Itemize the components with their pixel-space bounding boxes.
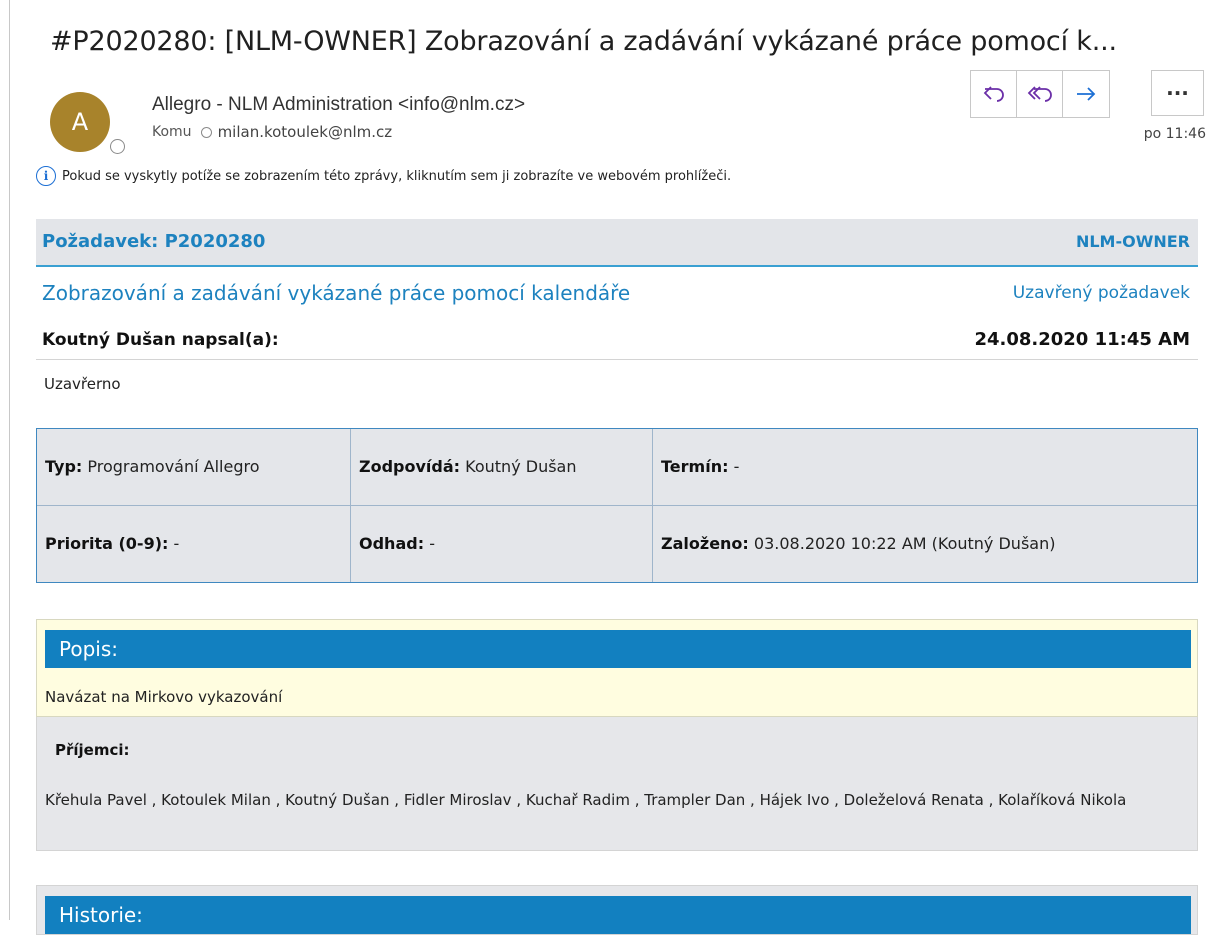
- avatar-letter: A: [71, 108, 89, 136]
- request-id[interactable]: Požadavek: P2020280: [42, 231, 265, 252]
- meta-cell-priorita: Priorita (0-9): -: [37, 506, 351, 582]
- to-address[interactable]: milan.kotoulek@nlm.cz: [218, 123, 393, 141]
- description-section: Popis: Navázat na Mirkovo vykazování: [36, 619, 1198, 717]
- reading-pane-border: [9, 0, 10, 920]
- odhad-value: -: [429, 534, 435, 553]
- to-label: Komu: [152, 124, 192, 140]
- reply-button[interactable]: [971, 71, 1017, 117]
- zodpovida-value: Koutný Dušan: [465, 457, 577, 476]
- priorita-value: -: [173, 534, 180, 553]
- received-time: po 11:46: [1143, 126, 1206, 142]
- request-state: Uzavřený požadavek: [1012, 283, 1190, 303]
- meta-row: Priorita (0-9): - Odhad: - Založeno: 03.…: [37, 506, 1197, 582]
- info-banner[interactable]: i Pokud se vyskytly potíže se zobrazením…: [36, 166, 731, 186]
- request-title-row: Zobrazování a zadávání vykázané práce po…: [36, 277, 1198, 311]
- author-datetime: 24.08.2020 11:45 AM: [974, 329, 1190, 350]
- request-owner: NLM-OWNER: [1075, 232, 1190, 251]
- zalozeno-value: 03.08.2020 10:22 AM (Koutný Dušan): [753, 534, 1056, 553]
- odhad-label: Odhad:: [359, 534, 425, 553]
- meta-table: Typ: Programování Allegro Zodpovídá: Kou…: [36, 428, 1198, 583]
- status-text: Uzavřerno: [44, 375, 121, 393]
- meta-cell-zalozeno: Založeno: 03.08.2020 10:22 AM (Koutný Du…: [653, 506, 1197, 582]
- priorita-label: Priorita (0-9):: [45, 534, 169, 553]
- forward-button[interactable]: [1063, 71, 1109, 117]
- request-title[interactable]: Zobrazování a zadávání vykázané práce po…: [42, 281, 630, 305]
- info-icon: i: [36, 166, 56, 186]
- termin-value: -: [733, 457, 740, 476]
- recipient-presence-icon: [200, 126, 212, 138]
- recipients-heading: Příjemci:: [55, 741, 130, 759]
- recipients-list: Křehula Pavel , Kotoulek Milan , Koutný …: [45, 791, 1127, 809]
- author-row: Koutný Dušan napsal(a): 24.08.2020 11:45…: [36, 318, 1198, 360]
- forward-icon: [1077, 87, 1096, 101]
- meta-cell-zodpovida: Zodpovídá: Koutný Dušan: [351, 429, 653, 505]
- history-heading: Historie:: [45, 896, 1191, 934]
- more-actions-button[interactable]: ···: [1151, 70, 1204, 116]
- recipients-section: Příjemci: Křehula Pavel , Kotoulek Milan…: [36, 717, 1198, 851]
- author-name: Koutný Dušan napsal(a):: [42, 330, 279, 350]
- meta-cell-odhad: Odhad: -: [351, 506, 653, 582]
- description-text: Navázat na Mirkovo vykazování: [45, 688, 283, 706]
- typ-value: Programování Allegro: [87, 457, 260, 476]
- zodpovida-label: Zodpovídá:: [359, 457, 461, 476]
- recipient-row: Komu milan.kotoulek@nlm.cz: [152, 123, 392, 141]
- meta-cell-typ: Typ: Programování Allegro: [37, 429, 351, 505]
- more-icon: ···: [1166, 81, 1189, 105]
- sender-name[interactable]: Allegro - NLM Administration <info@nlm.c…: [152, 94, 525, 116]
- avatar[interactable]: A: [50, 92, 110, 152]
- meta-cell-termin: Termín: -: [653, 429, 1197, 505]
- termin-label: Termín:: [661, 457, 729, 476]
- reply-all-icon: [1027, 86, 1052, 102]
- reply-icon: [983, 86, 1004, 102]
- message-actions: [970, 70, 1110, 118]
- email-subject: #P2020280: [NLM-OWNER] Zobrazování a zad…: [50, 26, 1117, 57]
- info-text[interactable]: Pokud se vyskytly potíže se zobrazením t…: [62, 169, 731, 184]
- description-heading: Popis:: [45, 630, 1191, 668]
- reply-all-button[interactable]: [1017, 71, 1063, 117]
- request-header: Požadavek: P2020280 NLM-OWNER: [36, 219, 1198, 267]
- zalozeno-label: Založeno:: [661, 534, 749, 553]
- typ-label: Typ:: [45, 457, 83, 476]
- meta-row: Typ: Programování Allegro Zodpovídá: Kou…: [37, 429, 1197, 506]
- history-section: Historie:: [36, 885, 1198, 935]
- presence-status-icon: [110, 139, 125, 154]
